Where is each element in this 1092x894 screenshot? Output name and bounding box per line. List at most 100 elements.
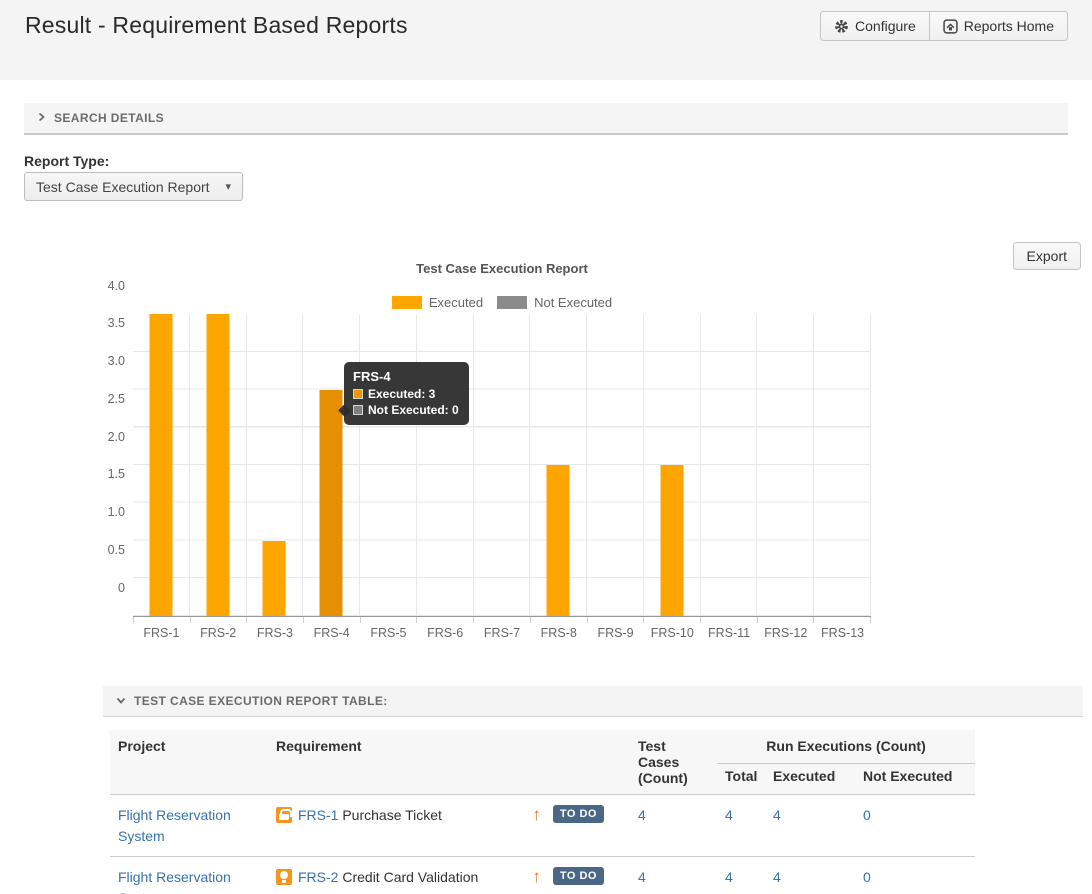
x-axis-label: FRS-8 [530, 626, 587, 640]
bar-frs-8[interactable] [547, 465, 570, 616]
x-axis-label: FRS-11 [701, 626, 758, 640]
legend-swatch [497, 296, 527, 309]
col-header-executed: Executed [765, 764, 855, 795]
x-axis-ticks [133, 617, 871, 623]
reports-home-button-label: Reports Home [964, 18, 1054, 34]
report-table: Project Requirement Test Cases (Count) R… [110, 730, 975, 894]
y-axis-label: 1.0 [71, 505, 125, 520]
project-link[interactable]: Flight Reservation System [118, 807, 231, 844]
configure-button-label: Configure [855, 18, 916, 34]
report-type-dropdown[interactable]: Test Case Execution Report ▾ [24, 172, 243, 201]
requirement-cell: FRS-1 Purchase Ticket↑TO DO [268, 795, 630, 857]
chart-tooltip-title: FRS-4 [353, 369, 459, 384]
col-header-not-executed: Not Executed [855, 764, 975, 795]
x-axis-label: FRS-13 [814, 626, 871, 640]
chart: Test Case Execution Report Executed Not E… [133, 261, 871, 640]
y-axis-label: 0 [71, 581, 125, 596]
chevron-down-icon [116, 692, 126, 710]
chart-category-slot [587, 315, 644, 616]
run-not-executed-link[interactable]: 0 [863, 869, 871, 885]
caret-down-icon: ▾ [225, 180, 231, 193]
requirement-meta: ↑TO DO [532, 867, 622, 885]
x-axis-label: FRS-4 [303, 626, 360, 640]
run-executed-cell: 4 [765, 857, 855, 894]
priority-up-icon: ↑ [532, 806, 541, 823]
requirement-text: FRS-2 Credit Card Validation [298, 867, 478, 888]
chart-title: Test Case Execution Report [133, 261, 871, 276]
x-axis-labels: FRS-1FRS-2FRS-3FRS-4FRS-5FRS-6FRS-7FRS-8… [133, 626, 871, 640]
page-title: Result - Requirement Based Reports [25, 12, 408, 39]
bar-frs-3[interactable] [263, 541, 286, 617]
chart-category-slot [814, 315, 871, 616]
report-type-selected-value: Test Case Execution Report [36, 179, 217, 195]
col-header-requirement: Requirement [268, 730, 630, 795]
x-axis-label: FRS-12 [757, 626, 814, 640]
y-axis-label: 2.5 [71, 392, 125, 407]
run-not-executed-cell: 0 [855, 857, 975, 894]
x-axis-label: FRS-6 [417, 626, 474, 640]
app-header: Result - Requirement Based Reports Confi… [0, 0, 1092, 80]
chart-category-slot [417, 315, 474, 616]
table-row: Flight Reservation System FRS-2 Credit Ca… [110, 857, 975, 894]
bar-frs-4[interactable] [320, 390, 343, 617]
reports-home-icon [943, 19, 958, 34]
bar-frs-10[interactable] [660, 465, 683, 616]
chart-legend: Executed Not Executed [133, 295, 871, 309]
x-axis-label: FRS-2 [190, 626, 247, 640]
test-cases-count-link[interactable]: 4 [638, 869, 646, 885]
legend-item-not-executed: Not Executed [497, 295, 612, 310]
axis-tick [588, 617, 645, 623]
table-section-label: TEST CASE EXECUTION REPORT TABLE: [134, 694, 388, 708]
run-total-link[interactable]: 4 [725, 869, 733, 885]
chart-category-slot [247, 315, 304, 616]
requirement-title: Credit Card Validation [338, 869, 478, 885]
report-type-label: Report Type: [24, 153, 109, 169]
table-row: Flight Reservation System FRS-1 Purchase … [110, 795, 975, 857]
lightbulb-icon [276, 869, 292, 885]
chart-tooltip-text: Executed: 3 [368, 387, 435, 401]
axis-tick [304, 617, 361, 623]
x-axis-label: FRS-5 [360, 626, 417, 640]
requirement-key-link[interactable]: FRS-1 [298, 807, 338, 823]
configure-button[interactable]: Configure [820, 11, 930, 41]
report-table-body: Flight Reservation System FRS-1 Purchase … [110, 795, 975, 894]
chart-category-slot [701, 315, 758, 616]
run-not-executed-link[interactable]: 0 [863, 807, 871, 823]
chart-category-slot [303, 315, 360, 616]
x-axis-label: FRS-3 [247, 626, 304, 640]
run-total-link[interactable]: 4 [725, 807, 733, 823]
project-link[interactable]: Flight Reservation System [118, 869, 231, 894]
x-axis-label: FRS-1 [133, 626, 190, 640]
col-header-run-executions: Run Executions (Count) [717, 730, 975, 764]
reports-home-button[interactable]: Reports Home [929, 11, 1068, 41]
bar-frs-2[interactable] [206, 314, 229, 616]
run-total-cell: 4 [717, 795, 765, 857]
tooltip-swatch [353, 405, 363, 415]
chart-tooltip-text: Not Executed: 0 [368, 403, 459, 417]
chart-plot: FRS-4 Executed: 3 Not Executed: 0 [133, 315, 871, 617]
requirement-title: Purchase Ticket [338, 807, 442, 823]
col-header-project: Project [110, 730, 268, 795]
requirement-content: FRS-1 Purchase Ticket↑TO DO [276, 805, 622, 826]
requirement-text: FRS-1 Purchase Ticket [298, 805, 442, 826]
run-total-cell: 4 [717, 857, 765, 894]
test-cases-count-cell: 4 [630, 795, 717, 857]
export-button[interactable]: Export [1013, 242, 1081, 270]
legend-swatch [392, 296, 422, 309]
requirement-key-link[interactable]: FRS-2 [298, 869, 338, 885]
test-cases-count-link[interactable]: 4 [638, 807, 646, 823]
legend-item-executed: Executed [392, 295, 483, 310]
bar-frs-1[interactable] [149, 314, 172, 616]
y-axis-label: 3.0 [71, 354, 125, 369]
axis-tick [191, 617, 248, 623]
y-axis-label: 2.0 [71, 430, 125, 445]
run-executed-link[interactable]: 4 [773, 807, 781, 823]
requirement-content: FRS-2 Credit Card Validation ↑TO DO [276, 867, 622, 888]
project-cell: Flight Reservation System [110, 795, 268, 857]
table-section-toggle[interactable]: TEST CASE EXECUTION REPORT TABLE: [103, 686, 1083, 717]
page: Result - Requirement Based Reports Confi… [0, 0, 1092, 894]
search-details-label: SEARCH DETAILS [54, 111, 164, 125]
run-executed-link[interactable]: 4 [773, 869, 781, 885]
search-details-toggle[interactable]: SEARCH DETAILS [24, 103, 1068, 135]
run-not-executed-cell: 0 [855, 795, 975, 857]
